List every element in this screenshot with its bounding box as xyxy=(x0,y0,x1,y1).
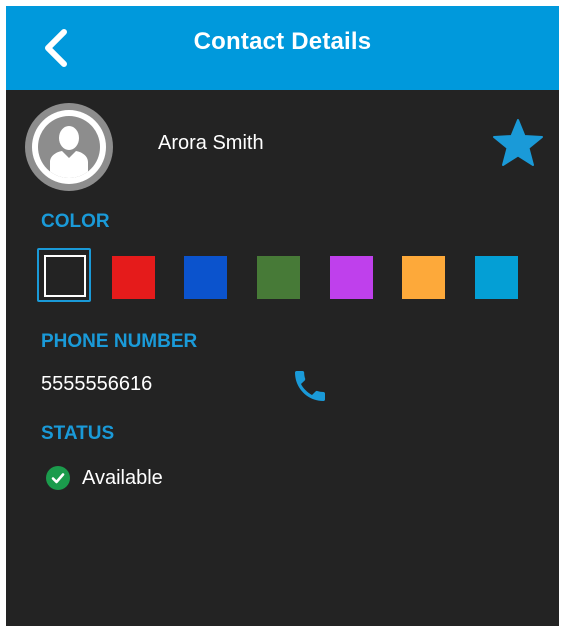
contact-details-screen: Contact Details Arora Smith COLOR PHONE … xyxy=(6,6,559,626)
app-header: Contact Details xyxy=(6,6,559,90)
person-avatar-icon xyxy=(50,126,88,178)
page-title: Contact Details xyxy=(193,28,372,55)
status-row: Available xyxy=(46,466,163,490)
phone-icon xyxy=(295,371,325,401)
status-section-label: STATUS xyxy=(41,423,115,444)
color-section-label: COLOR xyxy=(41,211,110,232)
color-swatch-red[interactable] xyxy=(112,256,155,299)
color-swatch-blue[interactable] xyxy=(184,256,227,299)
avatar[interactable] xyxy=(25,103,113,191)
color-swatch-none[interactable] xyxy=(44,255,86,297)
check-circle-icon xyxy=(46,466,70,490)
phone-section-label: PHONE NUMBER xyxy=(41,331,198,352)
contact-name: Arora Smith xyxy=(158,132,264,154)
favorite-button[interactable] xyxy=(492,118,544,168)
color-swatch-orange[interactable] xyxy=(402,256,445,299)
call-button[interactable] xyxy=(290,366,330,406)
phone-number: 5555556616 xyxy=(41,373,153,395)
status-text: Available xyxy=(82,466,163,489)
color-swatch-green[interactable] xyxy=(257,256,300,299)
color-swatch-light-blue[interactable] xyxy=(475,256,518,299)
color-swatch-purple[interactable] xyxy=(330,256,373,299)
star-icon xyxy=(493,119,543,166)
